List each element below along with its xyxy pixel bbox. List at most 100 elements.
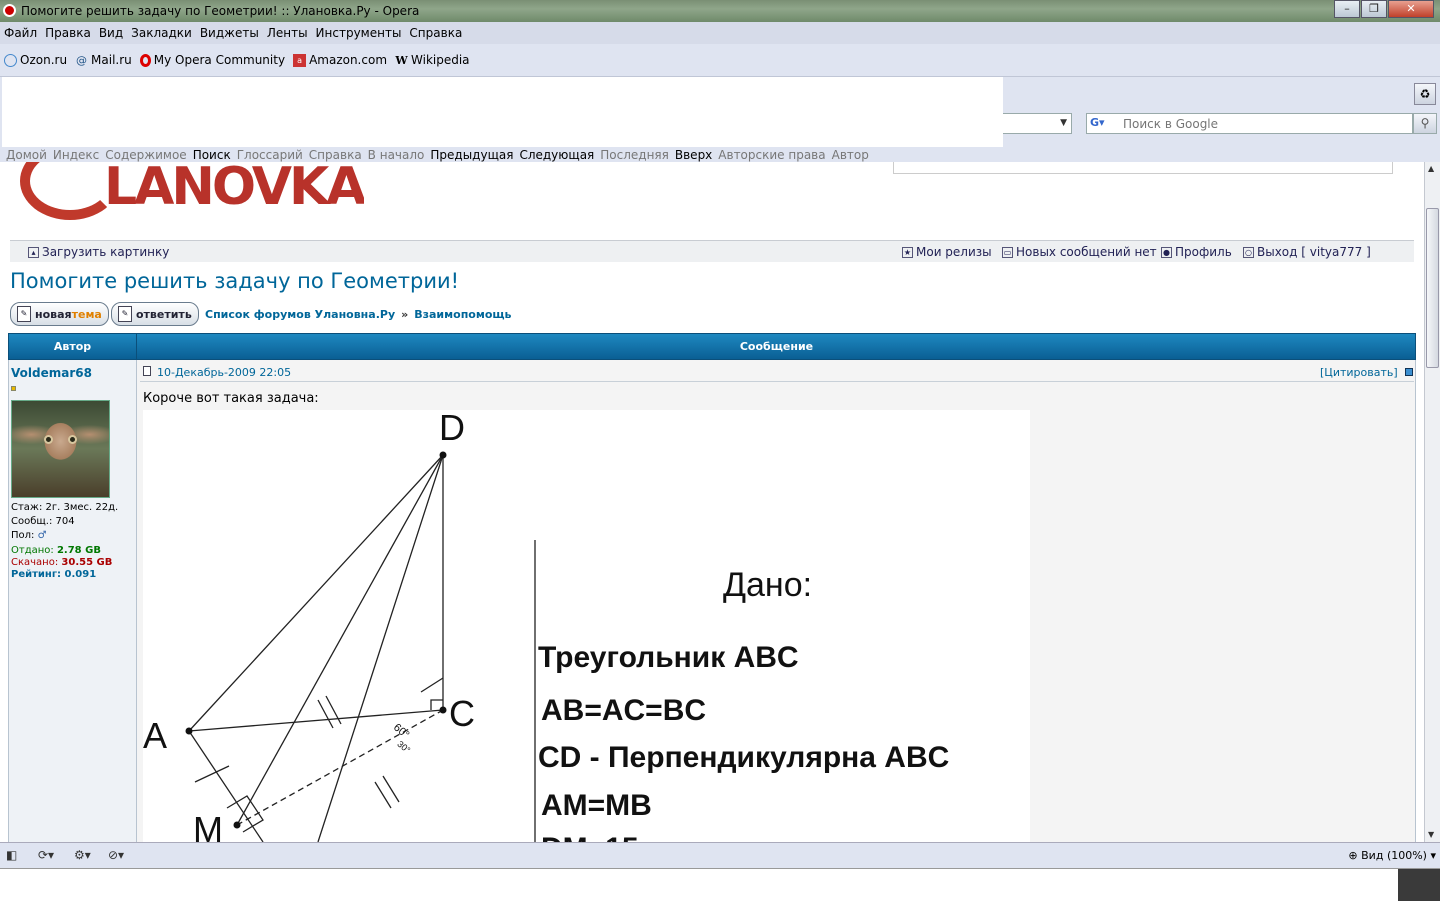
pencil-icon: ✎ <box>118 306 132 322</box>
tick-mark <box>194 765 230 783</box>
minimize-button[interactable]: – <box>1334 0 1360 18</box>
nav-previous[interactable]: Предыдущая <box>430 148 513 162</box>
window-title: Помогите решить задачу по Геометрии! :: … <box>21 4 420 18</box>
nav-next[interactable]: Следующая <box>519 148 594 162</box>
menu-feeds[interactable]: Ленты <box>267 26 308 40</box>
menu-view[interactable]: Вид <box>99 26 123 40</box>
given-line-5: DM=15см <box>541 832 677 842</box>
menu-widgets[interactable]: Виджеты <box>200 26 259 40</box>
topic-title[interactable]: Помогите решить задачу по Геометрии! <box>10 269 459 293</box>
new-topic-label: новая <box>35 307 72 321</box>
nav-top[interactable]: В начало <box>368 148 425 162</box>
zoom-control[interactable]: ⊕ Вид (100%) ▾ <box>1348 849 1436 862</box>
nav-home[interactable]: Домой <box>6 148 47 162</box>
nav-last[interactable]: Последняя <box>600 148 669 162</box>
menu-edit[interactable]: Правка <box>45 26 91 40</box>
menu-bookmarks[interactable]: Закладки <box>131 26 192 40</box>
wikipedia-icon: W <box>395 53 408 67</box>
label-c: C <box>449 693 475 734</box>
my-releases-link[interactable]: ★ Мои релизы <box>902 245 992 259</box>
user-icon: ● <box>1161 246 1172 258</box>
bookmark-ozon[interactable]: Ozon.ru <box>4 53 67 67</box>
zoom-icon: ⊕ <box>1348 849 1358 862</box>
nav-up[interactable]: Вверх <box>675 148 712 162</box>
scroll-down-icon[interactable]: ▼ <box>1428 830 1434 839</box>
rating-value: 0.091 <box>64 569 97 580</box>
rank-icon <box>11 386 16 391</box>
pencil-icon: ✎ <box>17 306 31 322</box>
profile-link[interactable]: ● Профиль <box>1161 245 1232 259</box>
menu-tools[interactable]: Инструменты <box>316 26 402 40</box>
post-square-icon[interactable] <box>1405 368 1413 376</box>
bookmark-my-opera[interactable]: My Opera Community <box>139 53 285 67</box>
search-go-button[interactable]: ⚲ <box>1413 113 1437 134</box>
logout-label: Выход [ vitya777 ] <box>1257 245 1371 259</box>
vertical-scrollbar[interactable]: ▲ ▼ <box>1424 162 1440 842</box>
post-icon[interactable] <box>143 366 151 376</box>
nav-copyright[interactable]: Авторские права <box>718 148 825 162</box>
search-input[interactable] <box>1123 115 1409 132</box>
point-a <box>185 727 193 735</box>
maximize-button[interactable]: ❐ <box>1361 0 1387 18</box>
posts-table-header: Автор Сообщение <box>8 333 1416 360</box>
reply-button[interactable]: ✎ ответить <box>111 302 199 326</box>
given-title: Дано: <box>723 566 812 604</box>
nav-index[interactable]: Индекс <box>53 148 99 162</box>
scrollbar-thumb[interactable] <box>1426 208 1439 368</box>
panel-toggle-icon[interactable]: ◧ <box>6 848 17 862</box>
geometry-figure: D C A M 60° 30° Дано: Треугольник ABC AB… <box>143 410 1030 842</box>
logout-link[interactable]: ○ Выход [ vitya777 ] <box>1243 245 1371 259</box>
post-author-name[interactable]: Voldemar68 <box>11 366 92 380</box>
new-messages-link[interactable]: ▭ Новых сообщений нет <box>1002 245 1157 259</box>
star-icon: ★ <box>902 246 913 258</box>
new-topic-button[interactable]: ✎ новая тема <box>10 302 109 326</box>
column-message: Сообщение <box>739 340 814 353</box>
breadcrumb-forums[interactable]: Список форумов Улановна.Ру <box>205 308 395 321</box>
bookmark-wikipedia[interactable]: W Wikipedia <box>395 53 469 67</box>
uploaded-value: 2.78 GB <box>56 545 101 556</box>
plane-mark <box>420 677 444 693</box>
trash-icon[interactable]: ♻ <box>1414 83 1436 105</box>
quote-button[interactable]: [Цитировать] <box>1320 366 1398 379</box>
given-line-3: CD - Перпендикулярна ABC <box>538 741 949 774</box>
ozon-icon <box>4 53 17 67</box>
close-button[interactable]: ✕ <box>1388 0 1434 18</box>
bookmark-label: Ozon.ru <box>20 53 68 67</box>
nav-help[interactable]: Справка <box>309 148 362 162</box>
label-angle-30: 30° <box>395 739 412 756</box>
bookmarks-bar: Ozon.ru @ Mail.ru My Opera Community a A… <box>0 44 1440 77</box>
nav-glossary[interactable]: Глоссарий <box>237 148 303 162</box>
sync-icon[interactable]: ⟳▾ <box>38 848 54 862</box>
new-topic-label-accent: тема <box>71 307 102 321</box>
rating-label: Рейтинг: <box>11 569 62 580</box>
point-d <box>439 451 447 459</box>
point-m <box>233 821 241 829</box>
scroll-up-icon[interactable]: ▲ <box>1428 164 1434 173</box>
google-icon[interactable]: G▾ <box>1090 116 1120 131</box>
upload-image-link[interactable]: ▴ Загрузить картинку <box>28 245 169 259</box>
site-logo[interactable]: LANOVKA <box>104 162 364 218</box>
post-date[interactable]: 10-Декабрь-2009 22:05 <box>157 366 291 379</box>
bookmark-amazon[interactable]: a Amazon.com <box>293 53 387 67</box>
menu-file[interactable]: Файл <box>4 26 37 40</box>
unite-icon[interactable]: ⚙▾ <box>74 848 91 862</box>
bookmark-mailru[interactable]: @ Mail.ru <box>75 53 132 67</box>
menu-help[interactable]: Справка <box>409 26 462 40</box>
status-bar: ◧ ⟳▾ ⚙▾ ⊘▾ ⊕ Вид (100%) ▾ <box>0 842 1440 868</box>
label-m: M <box>193 809 223 842</box>
edge-mc <box>236 709 444 826</box>
label-a: A <box>143 715 167 756</box>
nav-contents[interactable]: Содержимое <box>105 148 186 162</box>
nav-author[interactable]: Автор <box>832 148 869 162</box>
label-d: D <box>439 410 465 448</box>
stat-tenure: Стаж: 2г. 3мес. 22д. <box>11 502 119 513</box>
breadcrumb-separator: » <box>401 308 409 321</box>
breadcrumb-section[interactable]: Взаимопомощь <box>414 308 511 321</box>
turbo-icon[interactable]: ⊘▾ <box>108 848 124 862</box>
edge-da <box>188 454 444 732</box>
stat-uploaded: Отдано: 2.78 GB <box>11 545 101 556</box>
point-c <box>439 706 447 714</box>
address-dropdown[interactable]: ▼ <box>1003 113 1072 134</box>
nav-search[interactable]: Поиск <box>193 148 231 162</box>
given-line-4: AM=MB <box>541 789 652 822</box>
